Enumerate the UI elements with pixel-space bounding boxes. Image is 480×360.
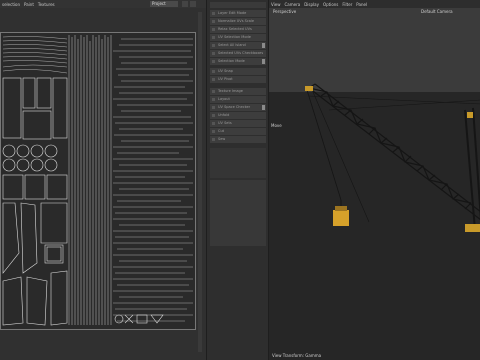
uv-shells: [2, 35, 193, 326]
tool-row-selected-uvs-checkboxes[interactable]: Selected UVs Checkboxes: [210, 50, 266, 57]
tool-row-label: UV Selection Mode: [218, 35, 251, 39]
tool-row-uv-snap[interactable]: UV Snap: [210, 68, 266, 75]
uv-toolkit-panel: Layer Edit Mode Normalize UVs Scale Rela…: [206, 0, 268, 360]
tool-row-label: UV Snap: [218, 69, 233, 73]
tool-row-layout[interactable]: Layout: [210, 96, 266, 103]
tool-row-select-all-island[interactable]: Select All Island: [210, 42, 266, 49]
uv-layout-canvas[interactable]: [0, 32, 196, 330]
tool-row-label: Sew: [218, 137, 226, 141]
tool-row-label: UV Pivot: [218, 77, 233, 81]
tool-row-unfold[interactable]: Unfold: [210, 112, 266, 119]
menu-textures[interactable]: Textures: [38, 2, 55, 7]
tool-row-label: Cut: [218, 129, 225, 133]
tool-group-collapsed[interactable]: [210, 180, 266, 246]
toggle-icon[interactable]: [262, 105, 265, 110]
tool-row-uv-sets[interactable]: UV Sets: [210, 120, 266, 127]
panel-header: [210, 2, 266, 8]
tool-row-relax-selected-uvs[interactable]: Relax Selected UVs: [210, 26, 266, 33]
tool-row-label: UV Space Checker: [218, 105, 251, 109]
tool-row-cut[interactable]: Cut: [210, 128, 266, 135]
toggle-icon[interactable]: [262, 59, 265, 64]
tool-row-label: UV Sets: [218, 121, 232, 125]
tool-row-selection-mode[interactable]: Selection Mode: [210, 58, 266, 65]
tool-row-label: Select All Island: [218, 43, 246, 47]
uv-editor-panel: selection Paint Textures Project: [0, 0, 206, 360]
tool-row-label: Relax Selected UVs: [218, 27, 252, 31]
uv-toolbar-button[interactable]: [190, 1, 196, 7]
tool-row-label: Layer Edit Mode: [218, 11, 247, 15]
tool-group-collapsed[interactable]: [210, 148, 266, 178]
uv-project-dropdown-value: Project: [152, 1, 166, 6]
tool-row-layer-edit-mode[interactable]: Layer Edit Mode: [210, 10, 266, 17]
tool-row-label: Texture Image: [218, 89, 243, 93]
tool-row-label: Normalize UVs Scale: [218, 19, 255, 23]
viewport-panel[interactable]: View Camera Display Options Filter Panel…: [268, 0, 480, 360]
tool-row-label: Selected UVs Checkboxes: [218, 51, 264, 55]
tool-row-uv-space-checker[interactable]: UV Space Checker: [210, 104, 266, 111]
tool-row-label: Selection Mode: [218, 59, 245, 63]
tool-row-uv-pivot[interactable]: UV Pivot: [210, 76, 266, 83]
uv-project-dropdown[interactable]: Project: [150, 1, 178, 7]
menu-selection[interactable]: selection: [2, 2, 20, 7]
tool-row-sew[interactable]: Sew: [210, 136, 266, 143]
uv-toolbar-button[interactable]: [182, 1, 188, 7]
crane-model: [305, 83, 480, 232]
tool-row-label: Unfold: [218, 113, 230, 117]
tool-row-normalize-uvs-scale[interactable]: Normalize UVs Scale: [210, 18, 266, 25]
uv-vertical-scrollbar[interactable]: [198, 12, 202, 352]
toggle-icon[interactable]: [262, 43, 265, 48]
menu-paint[interactable]: Paint: [24, 2, 34, 7]
tool-row-uv-selection-mode[interactable]: UV Selection Mode: [210, 34, 266, 41]
tool-row-label: Layout: [218, 97, 230, 101]
tool-row-texture-image[interactable]: Texture Image: [210, 88, 266, 95]
